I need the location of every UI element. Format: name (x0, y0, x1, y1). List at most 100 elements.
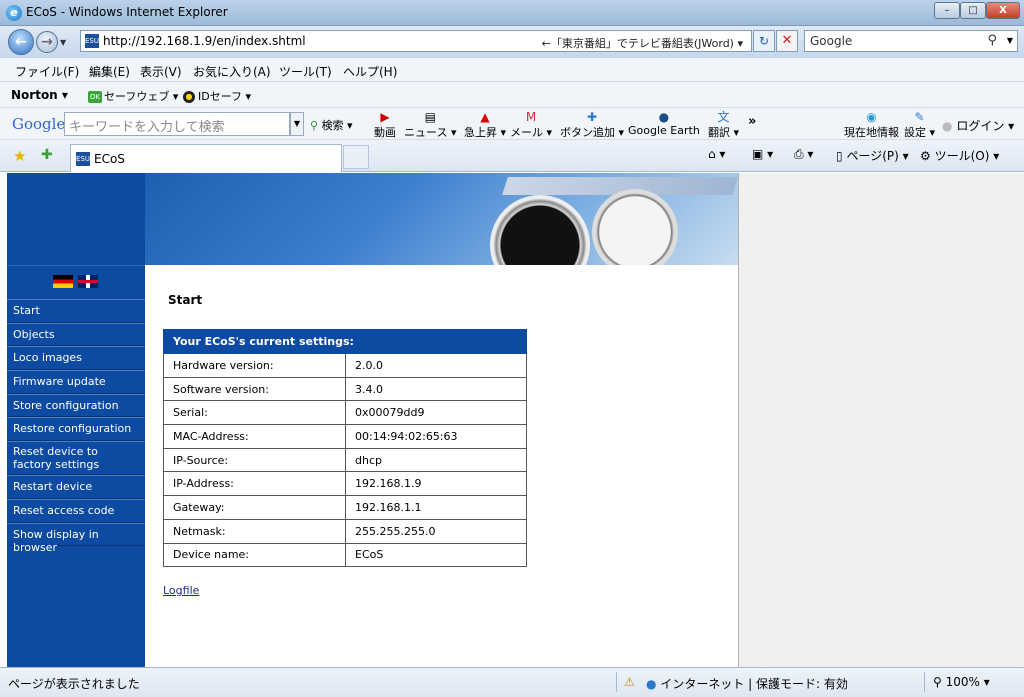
menu-help[interactable]: ヘルプ(H) (343, 63, 397, 80)
menu-file[interactable]: ファイル(F) (15, 63, 79, 80)
setting-value: 0x00079dd9 (345, 400, 527, 426)
stop-icon[interactable]: ✕ (776, 30, 798, 52)
setting-value: 00:14:94:02:65:63 (345, 424, 527, 449)
table-row: IP-Source: dhcp (163, 447, 527, 473)
google-logo: Google (12, 115, 66, 133)
safeweb-label: セーフウェブ ▾ (104, 90, 179, 103)
forward-button[interactable]: → (36, 31, 58, 53)
login-button[interactable]: ● ログイン ▾ (942, 117, 1014, 134)
address-row: ← → ▼ ESU http://192.168.1.9/en/index.sh… (0, 26, 1024, 58)
google-earth-button[interactable]: ● Google Earth (628, 110, 700, 137)
status-divider (616, 672, 617, 692)
toolbar-more-button[interactable]: » (748, 114, 756, 129)
google-news-button[interactable]: ▤ ニュース ▾ (404, 110, 456, 140)
google-search-button[interactable]: ⚲ 検索 ▾ (310, 117, 353, 133)
close-button[interactable]: X (986, 2, 1020, 19)
sidebar-top (7, 173, 145, 265)
search-icon[interactable]: ⚲ (987, 33, 997, 48)
status-message: ページが表示されました (8, 677, 140, 691)
google-trending-button[interactable]: ▲ 急上昇 ▾ (464, 110, 506, 140)
add-favorites-icon[interactable]: ✚ (41, 147, 53, 163)
google-mail-button[interactable]: M メール ▾ (510, 110, 552, 140)
sidebar-item-objects[interactable]: Objects (7, 322, 145, 347)
setting-value: ECoS (345, 542, 527, 568)
page-menu[interactable]: ▯ ページ(P) ▾ (836, 147, 909, 164)
english-flag-icon[interactable] (78, 275, 98, 288)
sidebar-item-factory-reset[interactable]: Reset device to factory settings (7, 441, 145, 476)
user-icon: ● (942, 119, 953, 133)
history-dropdown-icon[interactable]: ▼ (60, 38, 66, 47)
logfile-link[interactable]: Logfile (163, 584, 199, 597)
menu-favorites[interactable]: お気に入り(A) (193, 63, 271, 80)
tab-ecos[interactable]: ESU ECoS (70, 144, 342, 172)
home-icon[interactable]: ⌂ ▾ (708, 147, 725, 161)
speedometer-gauge-icon (490, 195, 590, 265)
tools-menu[interactable]: ⚙ ツール(O) ▾ (920, 147, 999, 164)
safeweb-button[interactable]: OK セーフウェブ ▾ (88, 88, 178, 104)
tab-label: ECoS (94, 152, 125, 166)
security-zone[interactable]: ● インターネット | 保護モード: 有効 (646, 675, 848, 692)
favorites-star-icon[interactable]: ★ (13, 147, 26, 165)
idsafe-label: IDセーフ ▾ (198, 90, 252, 103)
menu-bar: ファイル(F) 編集(E) 表示(V) お気に入り(A) ツール(T) ヘルプ(… (0, 58, 1024, 82)
globe-icon: ● (658, 110, 670, 124)
sidebar-item-restart-device[interactable]: Restart device (7, 475, 145, 499)
sidebar-item-start[interactable]: Start (7, 299, 145, 323)
page-viewport: Start Objects Loco images Firmware updat… (0, 173, 1024, 667)
sidebar: Start Objects Loco images Firmware updat… (7, 173, 145, 667)
address-url[interactable]: http://192.168.1.9/en/index.shtml (103, 34, 306, 48)
menu-edit[interactable]: 編集(E) (89, 63, 130, 80)
google-toolbar: Google キーワードを入力して検索 ▼ ⚲ 検索 ▾ ▶ 動画 ▤ ニュース ▾… (0, 108, 1024, 140)
sidebar-item-loco-images[interactable]: Loco images (7, 346, 145, 371)
google-translate-button[interactable]: 文翻訳 ▾ (708, 110, 739, 140)
settings-table: Your ECoS's current settings: Hardware v… (163, 329, 527, 568)
refresh-icon[interactable]: ↻ (753, 30, 775, 52)
table-row: Software version: 3.4.0 (163, 376, 527, 402)
norton-toolbar: Norton ▾ OK セーフウェブ ▾ ● IDセーフ ▾ (0, 82, 1024, 108)
setting-label: Serial: (163, 400, 346, 426)
status-divider (924, 672, 925, 692)
maximize-button[interactable]: □ (960, 2, 986, 19)
setting-label: MAC-Address: (163, 424, 346, 449)
tab-favicon-icon: ESU (76, 152, 90, 166)
title-bar: e ECoS - Windows Internet Explorer – □ X (0, 0, 1024, 26)
zoom-icon: ⚲ (933, 675, 942, 689)
google-search-dropdown-icon[interactable]: ▼ (290, 112, 304, 136)
sidebar-item-reset-access-code[interactable]: Reset access code (7, 498, 145, 523)
setting-value: 255.255.255.0 (345, 518, 527, 544)
translate-icon: 文 (717, 110, 730, 124)
site-favicon-icon: ESU (85, 34, 99, 48)
search-dropdown-icon[interactable]: ▼ (1007, 36, 1013, 45)
menu-tools[interactable]: ツール(T) (279, 63, 332, 80)
address-bar[interactable]: ESU http://192.168.1.9/en/index.shtml ←「… (80, 30, 752, 52)
sidebar-item-firmware-update[interactable]: Firmware update (7, 370, 145, 394)
google-video-button[interactable]: ▶ 動画 (374, 110, 396, 140)
setting-label: Gateway: (163, 495, 346, 520)
feeds-icon[interactable]: ▣ ▾ (752, 147, 773, 161)
minimize-button[interactable]: – (934, 2, 960, 19)
menu-view[interactable]: 表示(V) (140, 63, 182, 80)
google-search-input[interactable]: キーワードを入力して検索 (64, 112, 290, 136)
sidebar-item-restore-configuration[interactable]: Restore configuration (7, 417, 145, 442)
jword-hint[interactable]: ←「東京番組」でテレビ番組表(JWord) ▾ (542, 35, 743, 51)
german-flag-icon[interactable] (53, 275, 73, 288)
sidebar-item-show-display[interactable]: Show display in browser (7, 522, 145, 554)
search-input[interactable]: Google ⚲ ▼ (804, 30, 1018, 52)
zoom-level[interactable]: ⚲ 100% ▾ (933, 675, 990, 689)
location-button[interactable]: ◉ 現在地情報 (844, 110, 899, 140)
new-tab-button[interactable] (343, 145, 369, 169)
sidebar-item-store-configuration[interactable]: Store configuration (7, 393, 145, 418)
back-button[interactable]: ← (8, 29, 34, 55)
idsafe-button[interactable]: ● IDセーフ ▾ (183, 88, 251, 104)
google-add-button[interactable]: ✚ ボタン追加 ▾ (560, 110, 624, 140)
pressure-gauge-icon (592, 189, 678, 265)
status-bar: ページが表示されました ⚠ ● インターネット | 保護モード: 有効 ⚲ 10… (0, 667, 1024, 697)
settings-button[interactable]: ✎ 設定 ▾ (904, 110, 935, 140)
norton-menu[interactable]: Norton ▾ (11, 88, 68, 102)
setting-value: 3.4.0 (345, 376, 527, 402)
page-title: Start (168, 293, 203, 307)
lock-icon: ● (183, 91, 195, 103)
setting-value: 192.168.1.9 (345, 471, 527, 497)
print-icon[interactable]: ⎙ ▾ (794, 147, 813, 162)
page-icon: ▯ (836, 149, 843, 163)
